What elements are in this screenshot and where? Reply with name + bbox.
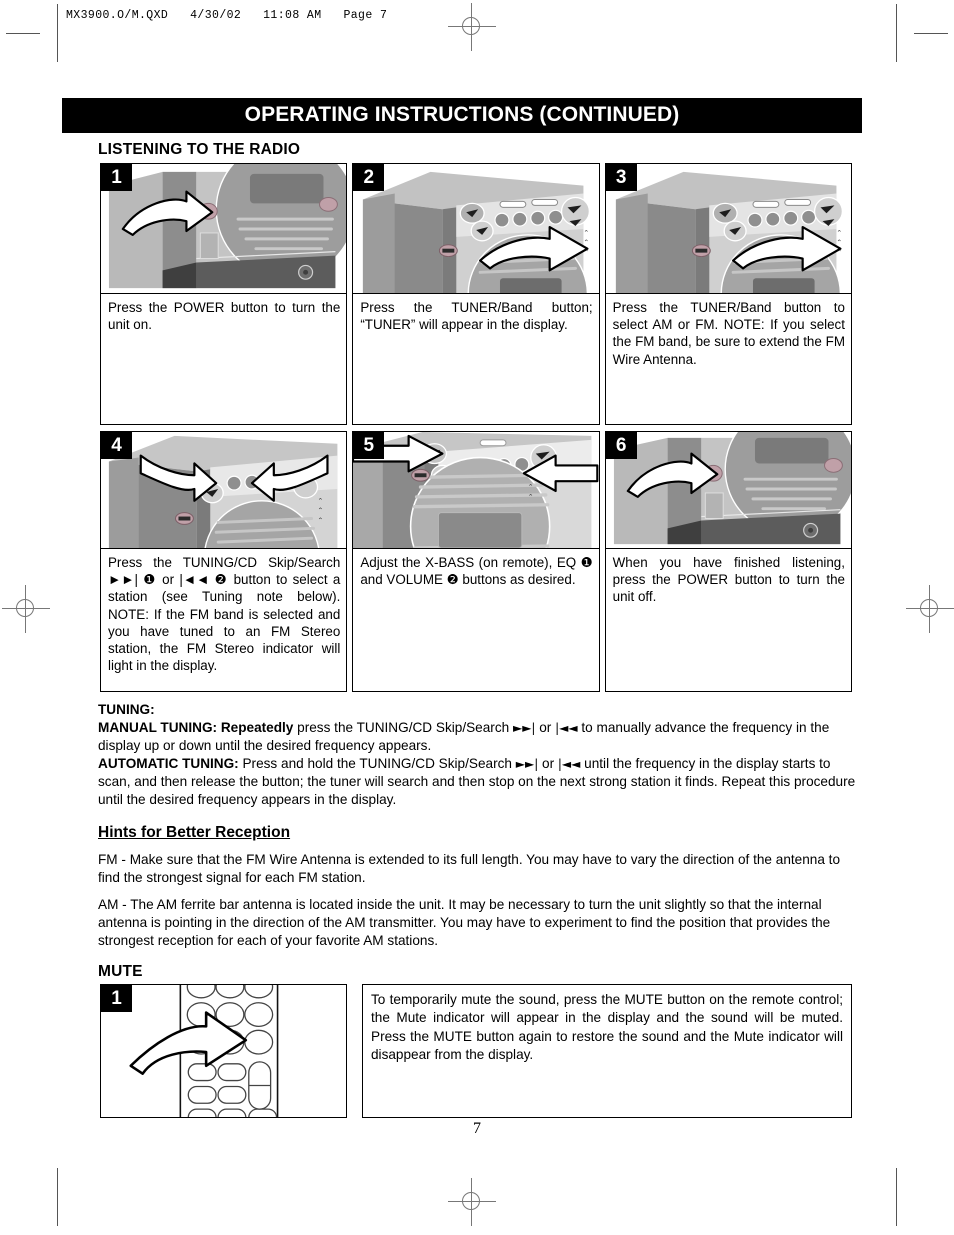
step-cell-6: 6 When you have finished listening, pres…	[604, 431, 852, 693]
stereo-xbass-eq-volume-illustration: ⌃⌃⌃	[353, 432, 599, 549]
registration-mark-left	[2, 585, 50, 633]
step-cell-4: ⌃ ⌃ ⌃ 4 Press the TUNING/CD Skip/Search ►►…	[100, 431, 348, 693]
step-illustration-1: 1	[100, 163, 348, 295]
step-illustration-3: ⌃ ⌃ ⌃ 3	[604, 163, 852, 295]
mute-illustration: 1	[100, 983, 347, 1118]
step-caption-2: Press the TUNER/Band button; “TUNER” wil…	[352, 294, 600, 426]
skip-forward-icon: ►►|	[515, 757, 539, 772]
step-cell-2: ⌃ ⌃ ⌃ 2 Press the TUNER/Band button; “TUNE…	[352, 163, 600, 426]
page-number: 7	[473, 1120, 481, 1137]
step-illustration-6: 6	[604, 431, 852, 550]
stereo-am-fm-select-illustration: ⌃⌃⌃	[605, 164, 851, 294]
step-cell-5: ⌃⌃⌃ 5 Adjust the X-BASS (on remote), EQ …	[352, 431, 600, 693]
mute-heading: MUTE	[98, 962, 143, 980]
step-number-badge: 2	[353, 164, 385, 192]
stereo-tuning-skip-illustration: ⌃ ⌃ ⌃	[101, 432, 347, 549]
svg-text:⌃: ⌃	[584, 229, 590, 237]
automatic-tuning-paragraph: AUTOMATIC TUNING: Press and hold the TUN…	[98, 756, 856, 808]
steps-grid-row-1: 1 Press the POWER button to turn the uni…	[100, 163, 852, 426]
page-content: OPERATING INSTRUCTIONS (CONTINUED) LISTE…	[62, 98, 862, 1118]
crop-mark-bottom-left	[57, 1168, 58, 1226]
page-title: OPERATING INSTRUCTIONS (CONTINUED)	[62, 98, 862, 134]
step-caption-6: When you have finished listening, press …	[604, 549, 852, 693]
svg-text:⌃: ⌃	[584, 239, 590, 247]
step-cell-1: 1 Press the POWER button to turn the uni…	[100, 163, 348, 426]
crop-tick-top-left	[6, 33, 40, 34]
step-illustration-5: ⌃⌃⌃ 5	[352, 431, 600, 550]
hints-fm-paragraph: FM - Make sure that the FM Wire Antenna …	[98, 851, 841, 885]
step-number-badge: 3	[605, 164, 637, 192]
step-caption-4: Press the TUNING/CD Skip/Search ►►| ❶ or…	[100, 549, 348, 693]
remote-control-mute-illustration	[101, 984, 346, 1117]
skip-forward-icon: ►►|	[512, 721, 536, 736]
step-number-badge: 6	[605, 432, 637, 460]
crop-mark-right	[896, 4, 897, 62]
stereo-tuner-band-illustration: ⌃⌃⌃	[353, 164, 599, 294]
step-illustration-4: ⌃ ⌃ ⌃ 4	[100, 431, 348, 550]
svg-text:⌃: ⌃	[318, 517, 324, 525]
svg-text:⌃: ⌃	[836, 229, 842, 237]
stereo-front-power-illustration	[101, 164, 347, 294]
svg-text:⌃: ⌃	[528, 493, 534, 501]
step-caption-5: Adjust the X-BASS (on remote), EQ ❶ and …	[352, 549, 600, 693]
tuning-heading: TUNING:	[98, 702, 155, 718]
svg-text:⌃: ⌃	[836, 239, 842, 247]
crop-mark-bottom-right	[896, 1168, 897, 1226]
registration-mark-bottom	[448, 1178, 496, 1226]
step-illustration-2: ⌃ ⌃ ⌃ 2	[352, 163, 600, 295]
hints-am-paragraph: AM - The AM ferrite bar antenna is locat…	[98, 896, 831, 948]
mute-row: 1 To temporarily mute the sound, press t…	[100, 983, 852, 1118]
step-caption-3: Press the TUNER/Band button to select AM…	[604, 294, 852, 426]
steps-grid-row-2: ⌃ ⌃ ⌃ 4 Press the TUNING/CD Skip/Search ►►…	[100, 431, 852, 693]
svg-text:⌃: ⌃	[318, 507, 324, 515]
crop-mark-left	[57, 4, 58, 62]
file-header-stamp: MX3900.O/M.QXD 4/30/02 11:08 AM Page 7	[66, 9, 388, 22]
step-caption-1: Press the POWER button to turn the unit …	[100, 294, 348, 426]
mute-caption: To temporarily mute the sound, press the…	[362, 983, 852, 1118]
skip-back-icon: |◄◄	[557, 757, 581, 772]
step-number-badge: 5	[353, 432, 385, 460]
registration-mark-top	[448, 3, 496, 51]
svg-text:⌃: ⌃	[528, 483, 534, 491]
registration-mark-right	[906, 585, 954, 633]
step-number-badge: 1	[101, 164, 132, 192]
tuning-section: TUNING: MANUAL TUNING: Repeatedly press …	[98, 701, 860, 809]
hints-section: FM - Make sure that the FM Wire Antenna …	[98, 851, 860, 950]
mute-step-number-badge: 1	[101, 984, 132, 1012]
section-heading-listening: LISTENING TO THE RADIO	[98, 141, 301, 159]
stereo-front-power-off-illustration	[605, 432, 851, 549]
svg-text:⌃: ⌃	[318, 497, 324, 505]
step-cell-3: ⌃ ⌃ ⌃ 3 Press the TUNER/Band button to sel…	[604, 163, 852, 426]
step-number-badge: 4	[101, 432, 132, 460]
crop-tick-top-right	[914, 33, 948, 34]
hints-heading: Hints for Better Reception	[98, 823, 291, 841]
skip-back-icon: |◄◄	[555, 721, 578, 736]
manual-tuning-paragraph: MANUAL TUNING: Repeatedly press the TUNI…	[98, 720, 830, 754]
